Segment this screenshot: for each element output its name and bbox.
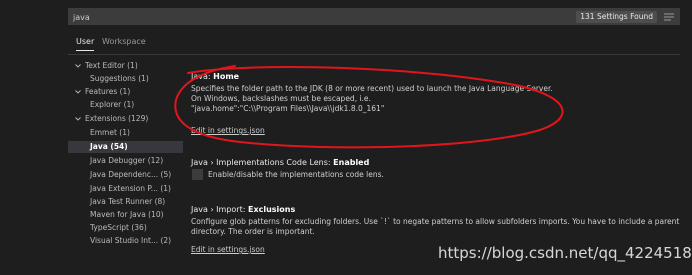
toc-item-java[interactable]: Java (54) — [68, 141, 183, 153]
setting-title: Java › Import: Exclusions — [191, 204, 681, 216]
toc-item-java-dependency[interactable]: Java Dependenc... (5) — [68, 169, 183, 181]
toc-item-features[interactable]: Features (1) — [68, 86, 183, 98]
settings-search-input[interactable] — [73, 11, 493, 23]
toc-item-label: Java Test Runner (8) — [90, 197, 166, 206]
toc-item-label: Maven for Java (10) — [90, 210, 164, 219]
tabs-divider — [68, 54, 680, 55]
toc-item-maven-for-java[interactable]: Maven for Java (10) — [68, 209, 183, 221]
toc-item-emmet[interactable]: Emmet (1) — [68, 127, 183, 139]
setting-title: Java › Implementations Code Lens: Enable… — [191, 157, 611, 169]
toc-item-label: Java (54) — [90, 142, 128, 151]
setting-description-line: Specifies the folder path to the JDK (8 … — [191, 84, 553, 93]
toc-item-java-debugger[interactable]: Java Debugger (12) — [68, 155, 183, 167]
toc-item-java-test-runner[interactable]: Java Test Runner (8) — [68, 196, 183, 208]
setting-category: Java: — [191, 72, 214, 81]
edit-in-settings-json-link[interactable]: Edit in settings.json — [191, 126, 611, 136]
toc-item-label: TypeScript (36) — [90, 223, 147, 232]
toc-item-label: Visual Studio Int... (2) — [90, 236, 172, 245]
setting-title: Java: Home — [191, 71, 611, 83]
toc-item-label: Features (1) — [85, 87, 131, 96]
setting-category: Java › Implementations Code Lens: — [191, 158, 334, 167]
toc-item-label: Explorer (1) — [90, 100, 135, 109]
watermark-url: https://blog.csdn.net/qq_42245189 — [438, 244, 692, 262]
toc-item-label: Java Extension P... (1) — [90, 184, 171, 193]
toc-item-label: Java Debugger (12) — [90, 156, 164, 165]
chevron-down-icon — [75, 64, 81, 68]
settings-count-badge: 131 Settings Found — [576, 11, 657, 23]
tab-user[interactable]: User — [76, 36, 95, 51]
settings-search-bar[interactable]: 131 Settings Found — [68, 8, 680, 25]
setting-description: Enable/disable the implementations code … — [208, 170, 384, 179]
enable-checkbox[interactable] — [192, 169, 203, 180]
clear-filter-icon[interactable] — [663, 12, 675, 22]
setting-description-line: Configure glob patterns for excluding fo… — [191, 217, 680, 226]
tab-workspace[interactable]: Workspace — [102, 36, 146, 48]
setting-name: Home — [213, 72, 240, 81]
setting-name: Enabled — [333, 158, 370, 167]
setting-java-home: Java: Home Specifies the folder path to … — [191, 71, 611, 136]
chevron-down-icon — [75, 90, 81, 94]
toc-item-typescript[interactable]: TypeScript (36) — [68, 222, 183, 234]
toc-item-explorer[interactable]: Explorer (1) — [68, 99, 183, 111]
setting-description-line: On Windows, backslashes must be escaped,… — [191, 94, 371, 103]
toc-item-label: Suggestions (1) — [90, 74, 149, 83]
chevron-down-icon — [75, 117, 81, 121]
setting-category: Java › Import: — [191, 205, 248, 214]
setting-description-line: "java.home":"C:\\Program Files\\Java\\jd… — [191, 104, 385, 113]
toc-item-label: Java Dependenc... (5) — [90, 170, 172, 179]
toc-item-label: Text Editor (1) — [85, 61, 138, 70]
toc-item-extensions[interactable]: Extensions (129) — [68, 113, 183, 125]
setting-description-line: directory. The order is important. — [191, 227, 315, 236]
toc-item-label: Extensions (129) — [85, 114, 149, 123]
setting-implementations-code-lens: Java › Implementations Code Lens: Enable… — [191, 157, 611, 183]
toc-item-suggestions[interactable]: Suggestions (1) — [68, 73, 183, 85]
setting-name: Exclusions — [247, 205, 296, 214]
toc-item-text-editor[interactable]: Text Editor (1) — [68, 60, 183, 72]
toc-item-label: Emmet (1) — [90, 128, 130, 137]
toc-item-java-extension-pack[interactable]: Java Extension P... (1) — [68, 183, 183, 195]
toc-item-visual-studio-intellicode[interactable]: Visual Studio Int... (2) — [68, 235, 183, 247]
